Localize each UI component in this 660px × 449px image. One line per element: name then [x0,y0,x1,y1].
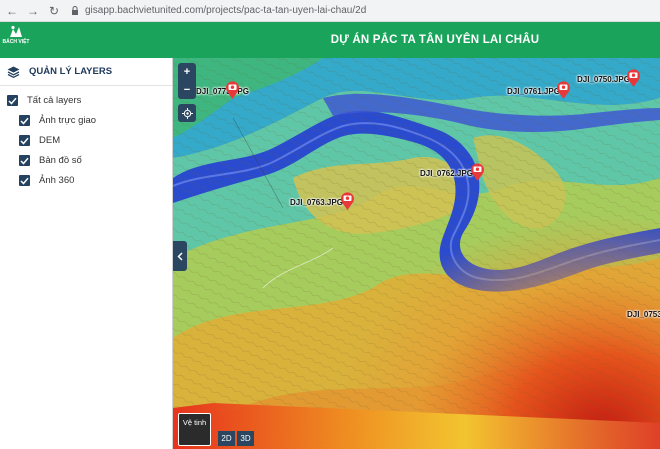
marker-label: DJI_0750.JPG [577,75,630,84]
marker-label: DJI_0762.JPG [420,169,473,178]
zoom-in-button[interactable]: + [178,63,196,81]
checkbox-checked-icon[interactable] [19,135,30,146]
crosshair-icon [181,107,193,119]
lock-icon [69,5,81,17]
basemap-label: Vệ tinh [182,418,207,427]
zoom-control: + − [178,63,196,99]
app-header: BÁCH VIỆT DỰ ÁN PẮC TA TÂN UYÊN LAI CHÂU [0,22,660,58]
layer-label: Bản đồ số [39,155,82,166]
mode-3d-button[interactable]: 3D [237,431,254,446]
layer-label-all: Tất cả layers [27,95,82,106]
chevron-left-icon [177,251,183,261]
dem-terrain-image [173,58,660,449]
basemap-switcher[interactable]: Vệ tinh [178,413,211,446]
layer-panel-header: QUẢN LÝ LAYERS [0,58,172,86]
browser-toolbar: ← → ↻ gisapp.bachvietunited.com/projects… [0,0,660,22]
layer-label: Ảnh trực giao [39,115,97,126]
layer-toggle-digital-map[interactable]: Bản đồ số [19,155,82,166]
logo[interactable]: BÁCH VIỆT [2,25,30,55]
reload-icon[interactable]: ↻ [45,2,63,20]
camera-pin-icon [341,192,354,210]
sidebar-collapse-button[interactable] [173,241,187,271]
marker-label: DJI_0761.JPG [507,87,560,96]
checkbox-checked-icon[interactable] [19,175,30,186]
camera-pin-icon [557,81,570,99]
layer-label: DEM [39,135,61,146]
layer-toggle-all[interactable]: Tất cả layers [7,95,81,106]
layer-toggle-dem[interactable]: DEM [19,135,60,146]
marker-label: DJI_0763.JPG [290,198,343,207]
checkbox-checked-icon[interactable] [19,155,30,166]
url-text: gisapp.bachvietunited.com/projects/pac-t… [85,5,367,16]
layer-label: Ảnh 360 [39,175,75,186]
zoom-out-button[interactable]: − [178,81,196,99]
checkbox-checked-icon[interactable] [19,115,30,126]
page-title: DỰ ÁN PẮC TA TÂN UYÊN LAI CHÂU [330,34,540,46]
marker-label: DJI_0753 [627,310,660,319]
layer-toggle-orthophoto[interactable]: Ảnh trực giao [19,115,96,126]
layers-icon [7,66,20,78]
locate-button[interactable] [178,104,196,122]
forward-icon[interactable]: → [24,2,42,20]
layer-panel: QUẢN LÝ LAYERS Tất cả layers Ảnh trực gi… [0,58,173,449]
logo-text: BÁCH VIỆT [2,39,30,45]
camera-pin-icon [471,163,484,181]
back-icon[interactable]: ← [3,2,21,20]
layer-toggle-360[interactable]: Ảnh 360 [19,175,74,186]
camera-pin-icon [627,69,640,87]
mode-2d-button[interactable]: 2D [218,431,235,446]
layer-panel-title: QUẢN LÝ LAYERS [29,66,113,77]
marker-label: DJI_0773.JPG [196,87,249,96]
logo-icon [10,25,22,37]
camera-pin-icon [226,81,239,99]
map-canvas[interactable] [173,58,660,449]
checkbox-checked-icon[interactable] [7,95,18,106]
address-bar[interactable]: gisapp.bachvietunited.com/projects/pac-t… [69,3,469,19]
